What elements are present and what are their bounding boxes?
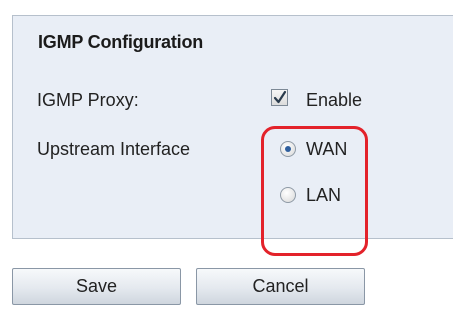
igmp-configuration-panel: IGMP Configuration IGMP Proxy: Enable Up… — [12, 15, 453, 256]
section-title: IGMP Configuration — [38, 32, 204, 52]
upstream-wan-label[interactable]: WAN — [306, 139, 347, 160]
upstream-lan-label[interactable]: LAN — [306, 185, 341, 206]
upstream-interface-label: Upstream Interface — [37, 139, 191, 159]
cancel-button[interactable]: Cancel — [196, 268, 365, 305]
upstream-wan-radio[interactable] — [280, 141, 296, 157]
igmp-proxy-enable-checkbox[interactable] — [271, 89, 288, 106]
checkmark-icon — [273, 90, 287, 104]
radio-selected-dot — [285, 146, 291, 152]
igmp-proxy-label: IGMP Proxy: — [37, 90, 139, 110]
save-button[interactable]: Save — [12, 268, 181, 305]
upstream-lan-radio[interactable] — [280, 187, 296, 203]
igmp-proxy-enable-label[interactable]: Enable — [306, 90, 362, 111]
